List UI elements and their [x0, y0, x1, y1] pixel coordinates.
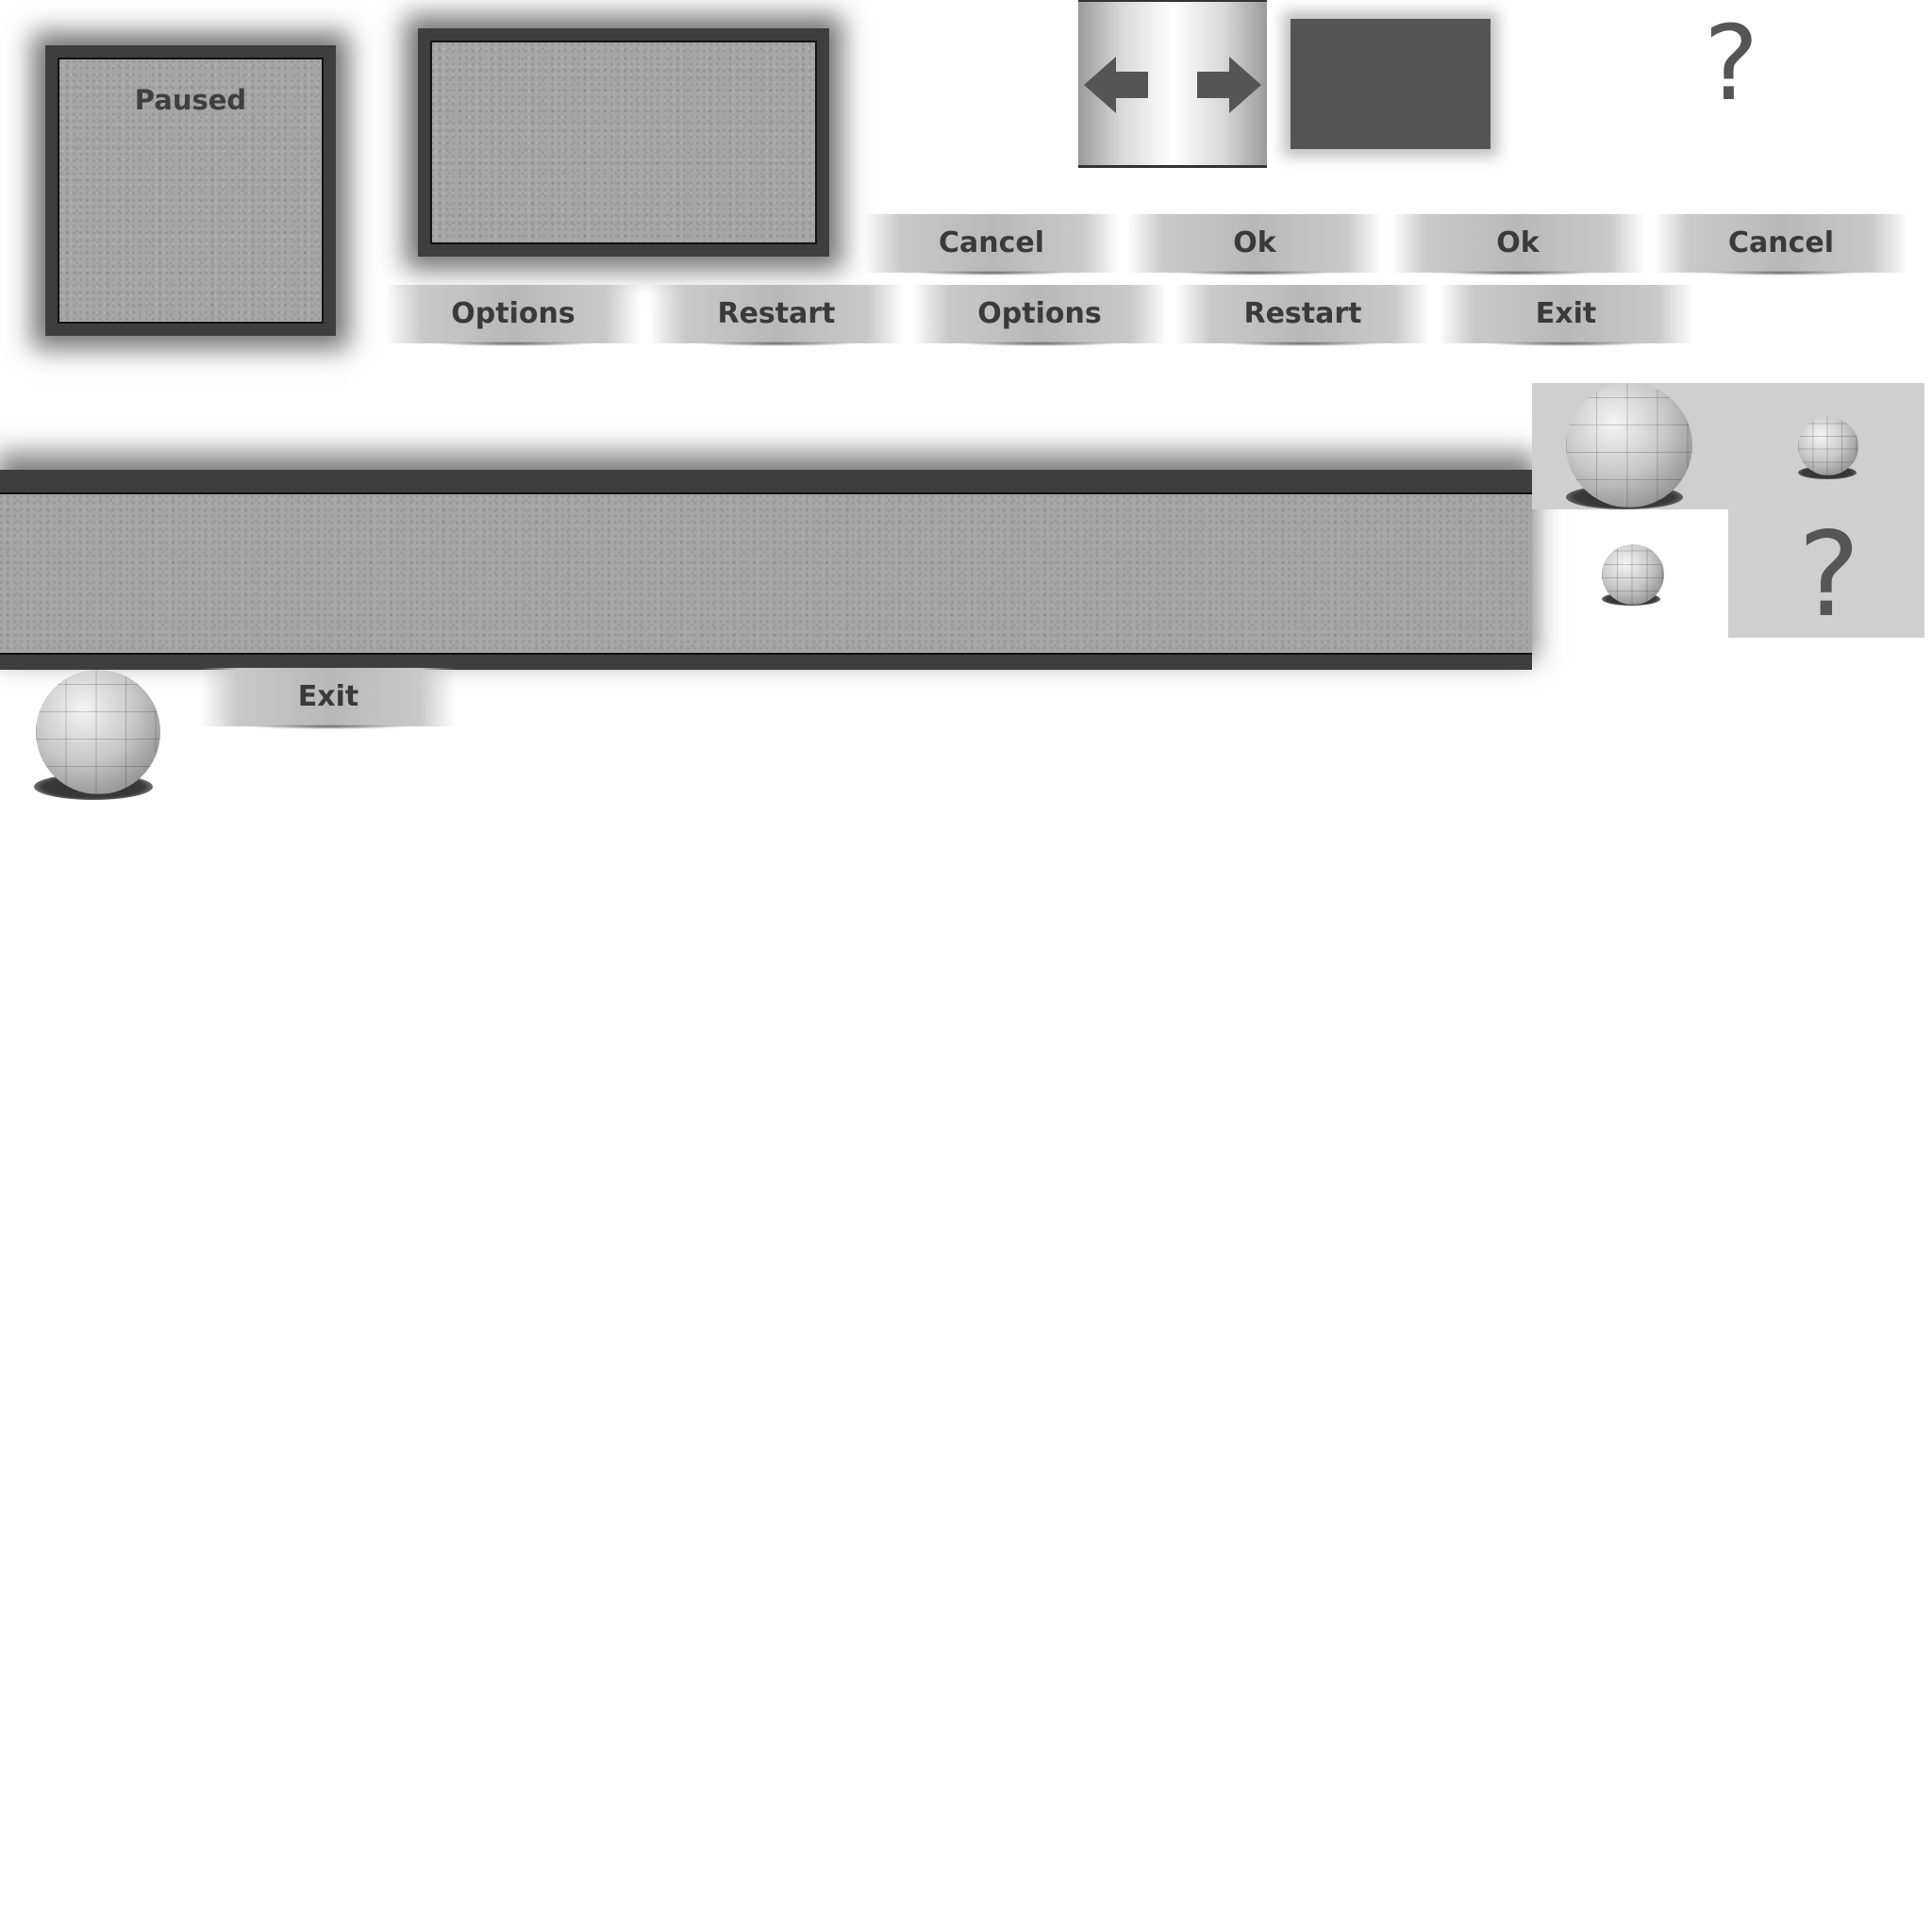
cancel-button-alt[interactable]: Cancel	[1654, 214, 1908, 275]
next-arrow-button[interactable]	[1173, 0, 1267, 168]
ok-button-alt-label: Ok	[1496, 225, 1540, 259]
dark-swatch	[1291, 19, 1491, 149]
help-question-large-icon[interactable]: ?	[1798, 517, 1860, 634]
arrow-left-icon	[1084, 57, 1148, 113]
arrow-right-icon	[1197, 57, 1261, 113]
cancel-button-alt-label: Cancel	[1727, 225, 1835, 259]
stone-sphere-bottom-icon[interactable]	[36, 670, 160, 794]
cancel-button-label: Cancel	[938, 225, 1045, 259]
ok-button-alt[interactable]: Ok	[1391, 214, 1645, 275]
options-button-label: Options	[451, 296, 575, 330]
options-button-alt[interactable]: Options	[912, 285, 1167, 346]
stone-bar-surface	[0, 492, 1532, 655]
dialog-panel	[418, 28, 829, 257]
exit-button[interactable]: Exit	[1439, 285, 1693, 346]
exit-button-bottom-label: Exit	[297, 679, 359, 713]
stone-bar-panel	[0, 470, 1532, 670]
ok-button[interactable]: Ok	[1127, 214, 1382, 275]
restart-button[interactable]: Restart	[649, 285, 904, 346]
stone-sphere-icon[interactable]	[1566, 383, 1692, 508]
paused-panel: Paused	[45, 45, 336, 336]
help-question-icon[interactable]: ?	[1704, 11, 1758, 115]
options-button[interactable]: Options	[386, 285, 641, 346]
restart-button-label: Restart	[717, 296, 836, 330]
restart-button-alt[interactable]: Restart	[1175, 285, 1430, 346]
options-button-alt-label: Options	[977, 296, 1102, 330]
ok-button-label: Ok	[1233, 225, 1276, 259]
paused-panel-surface: Paused	[58, 58, 324, 324]
dialog-panel-surface	[430, 41, 817, 244]
prev-arrow-button[interactable]	[1078, 0, 1173, 168]
exit-button-label: Exit	[1535, 296, 1597, 330]
restart-button-alt-label: Restart	[1243, 296, 1362, 330]
exit-button-bottom[interactable]: Exit	[201, 668, 456, 729]
cancel-button[interactable]: Cancel	[864, 214, 1119, 275]
stone-sphere-small-icon[interactable]	[1798, 417, 1858, 475]
stone-sphere-mini-icon[interactable]	[1602, 544, 1664, 605]
paused-title: Paused	[134, 84, 247, 116]
